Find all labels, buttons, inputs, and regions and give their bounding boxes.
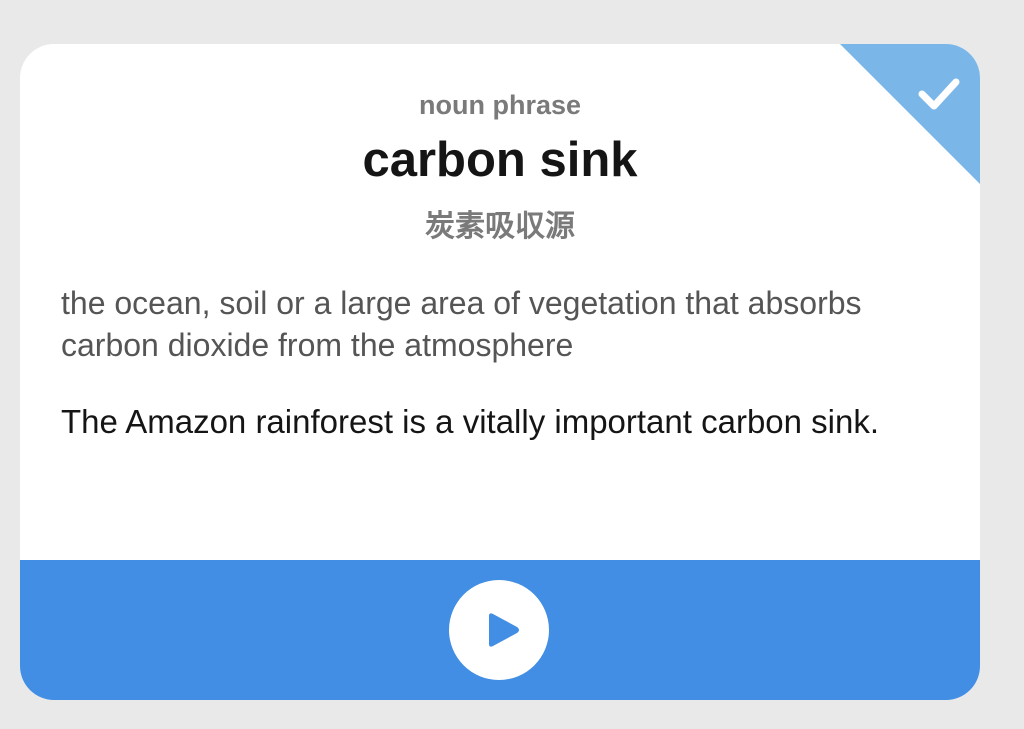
- flashcard: noun phrase carbon sink 炭素吸収源 the ocean,…: [20, 44, 980, 700]
- play-icon: [489, 613, 519, 647]
- definition-text: the ocean, soil or a large area of veget…: [61, 285, 862, 363]
- translation: 炭素吸収源: [425, 209, 575, 244]
- play-audio-button[interactable]: [449, 580, 549, 680]
- audio-bar: [20, 560, 980, 700]
- part-of-speech: noun phrase: [418, 90, 581, 120]
- example-sentence: The Amazon rainforest is a vitally impor…: [61, 403, 880, 440]
- headword: carbon sink: [362, 133, 638, 187]
